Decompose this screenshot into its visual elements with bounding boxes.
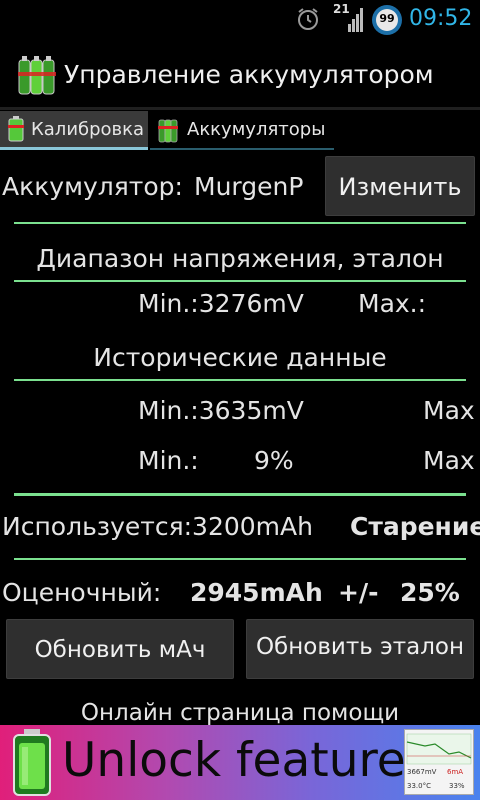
historical-min-percent-label: Min.: (138, 446, 199, 475)
voltage-range-heading: Диапазон напряжения, эталон (36, 244, 444, 273)
batteries-icon (158, 119, 178, 142)
historical-max-percent: Max (423, 446, 475, 475)
estimate-value: 2945mAh (190, 578, 323, 607)
battery-green-icon (18, 56, 56, 95)
battery-level: 99 (379, 12, 395, 25)
change-battery-button[interactable]: Изменить (325, 156, 475, 216)
battery-name: MurgenP (194, 172, 304, 201)
update-reference-button[interactable]: Обновить эталон (246, 619, 474, 679)
historical-heading: Исторические данные (93, 343, 387, 372)
historical-max-voltage: Max (423, 396, 475, 425)
title-bar: Управление аккумулятором (0, 38, 480, 110)
alarm-icon (298, 8, 318, 30)
online-help-link[interactable]: Онлайн страница помощи (0, 700, 480, 726)
signal-icon (348, 8, 363, 32)
reference-min-voltage: Min.:3276mV (138, 289, 304, 318)
estimate-plus-minus: +/- (338, 578, 379, 607)
historical-min-voltage: Min.:3635mV (138, 396, 304, 425)
clock: 09:52 (409, 6, 473, 31)
battery-green-icon (13, 729, 51, 796)
preview-percent: 33% (449, 782, 465, 790)
divider (14, 558, 466, 560)
preview-voltage: 3667mV (407, 768, 437, 776)
app-title: Управление аккумулятором (64, 60, 434, 89)
divider (14, 222, 466, 224)
divider (14, 379, 466, 381)
tab-calibration[interactable]: Калибровка (0, 111, 148, 150)
preview-temperature: 33.0°C (407, 782, 431, 790)
unlock-features-banner[interactable]: Unlock features 3667mV 6mA 33.0°C 33% (0, 725, 480, 800)
graph-icon (406, 733, 472, 765)
tab-bar: Калибровка Аккумуляторы (0, 111, 480, 152)
battery-icon (8, 116, 24, 142)
status-bar: 21 99 09:52 (0, 0, 480, 38)
preview-current: 6mA (447, 768, 464, 776)
tab-batteries[interactable]: Аккумуляторы (150, 111, 334, 150)
unlock-features-text: Unlock features (62, 733, 431, 788)
divider (14, 493, 466, 496)
historical-min-percent: 9% (254, 446, 294, 475)
battery-label: Аккумулятор: (2, 172, 183, 201)
app-preview-thumbnail: 3667mV 6mA 33.0°C 33% (404, 729, 474, 795)
reference-max-voltage: Max.: (358, 289, 427, 318)
estimate-percent: 25% (400, 578, 460, 607)
tab-label: Калибровка (31, 118, 145, 140)
tab-label: Аккумуляторы (187, 119, 326, 140)
estimate-label: Оценочный: (2, 578, 162, 607)
aging-label: Старение (350, 512, 480, 541)
used-capacity: Используется:3200mAh (2, 512, 313, 541)
divider (14, 280, 466, 282)
update-mah-button[interactable]: Обновить мАч (6, 619, 234, 679)
